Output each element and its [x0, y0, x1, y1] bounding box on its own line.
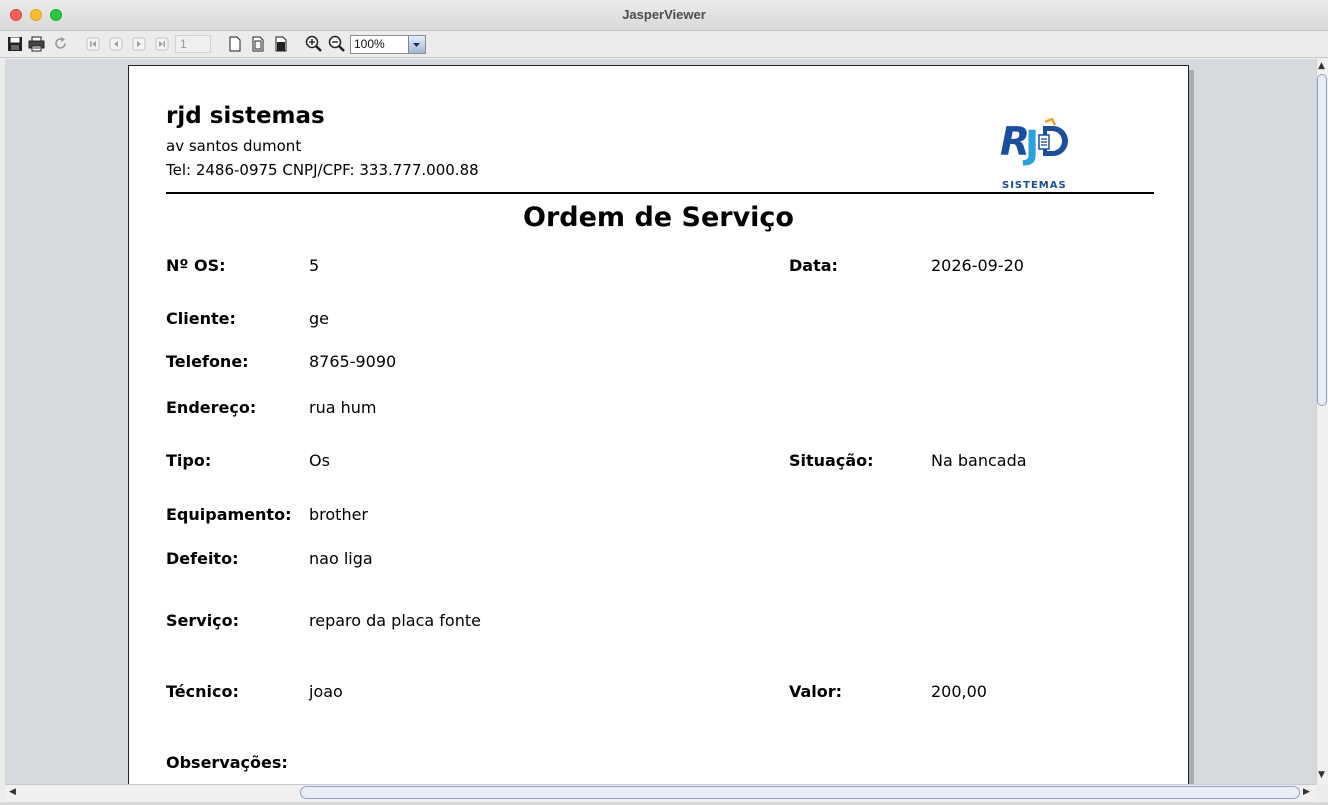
svg-text:J: J — [1022, 123, 1039, 167]
zoom-out-icon — [328, 35, 345, 52]
scroll-left-arrow[interactable]: ◀ — [9, 787, 16, 797]
client-value: ge — [309, 309, 329, 328]
first-page-icon — [86, 37, 99, 50]
zoom-value: 100% — [354, 37, 385, 51]
viewer-toolbar: 1 100% — [0, 31, 1328, 58]
address-value: rua hum — [309, 398, 377, 417]
address-label: Endereço: — [166, 398, 257, 417]
previous-page-icon — [109, 37, 122, 50]
type-value: Os — [309, 451, 330, 470]
equipment-label: Equipamento: — [166, 505, 292, 524]
company-contact: Tel: 2486-0975 CNPJ/CPF: 333.777.000.88 — [166, 161, 479, 179]
window-titlebar: JasperViewer — [0, 0, 1328, 31]
chevron-down-icon[interactable] — [408, 36, 425, 53]
defect-value: nao liga — [309, 549, 373, 568]
floppy-icon — [7, 36, 22, 51]
date-value: 2026-09-20 — [931, 256, 1024, 275]
fit-width-button[interactable] — [272, 34, 289, 53]
zoom-in-button[interactable] — [304, 34, 323, 53]
first-page-button[interactable] — [84, 34, 101, 53]
zoom-select[interactable]: 100% — [350, 35, 426, 54]
scroll-down-arrow[interactable]: ▼ — [1318, 770, 1325, 780]
actual-size-button[interactable] — [226, 34, 243, 53]
reload-icon — [55, 37, 66, 49]
report-viewport: rjd sistemas av santos dumont Tel: 2486-… — [5, 59, 1316, 784]
phone-label: Telefone: — [166, 352, 249, 371]
technician-label: Técnico: — [166, 682, 239, 701]
company-address: av santos dumont — [166, 137, 302, 155]
print-button[interactable] — [27, 34, 46, 53]
report-heading: Ordem de Serviço — [523, 202, 794, 233]
status-value: Na bancada — [931, 451, 1027, 470]
notes-label: Observações: — [166, 753, 288, 772]
header-divider — [166, 192, 1154, 194]
page-fit-icon — [252, 36, 263, 51]
type-label: Tipo: — [166, 451, 212, 470]
zoom-in-icon — [305, 35, 322, 52]
logo-caption: SISTEMAS — [1002, 180, 1067, 191]
next-page-icon — [132, 37, 145, 50]
date-label: Data: — [789, 256, 838, 275]
vertical-scroll-thumb[interactable] — [1317, 74, 1327, 406]
service-value: reparo da placa fonte — [309, 611, 481, 630]
technician-value: joao — [309, 682, 343, 701]
scroll-up-arrow[interactable]: ▲ — [1318, 61, 1325, 71]
page-width-icon — [275, 36, 286, 51]
previous-page-button[interactable] — [107, 34, 124, 53]
last-page-button[interactable] — [153, 34, 170, 53]
status-label: Situação: — [789, 451, 874, 470]
next-page-button[interactable] — [130, 34, 147, 53]
reload-button[interactable] — [51, 34, 70, 53]
last-page-icon — [155, 37, 168, 50]
rjd-logo: R J — [1000, 118, 1068, 167]
report-page: rjd sistemas av santos dumont Tel: 2486-… — [128, 65, 1189, 784]
page-actual-icon — [229, 36, 240, 51]
os-number-label: Nº OS: — [166, 256, 226, 275]
client-label: Cliente: — [166, 309, 236, 328]
phone-value: 8765-9090 — [309, 352, 397, 371]
service-label: Serviço: — [166, 611, 240, 630]
fit-page-button[interactable] — [249, 34, 266, 53]
equipment-value: brother — [309, 505, 369, 524]
save-button[interactable] — [5, 34, 24, 53]
printer-icon — [28, 36, 45, 51]
window-title: JasperViewer — [622, 7, 706, 22]
scroll-right-arrow[interactable]: ▶ — [1303, 787, 1310, 797]
zoom-out-button[interactable] — [327, 34, 346, 53]
horizontal-scroll-thumb[interactable] — [300, 786, 1300, 799]
defect-label: Defeito: — [166, 549, 239, 568]
price-label: Valor: — [789, 682, 843, 701]
price-value: 200,00 — [931, 682, 987, 701]
company-name: rjd sistemas — [166, 103, 325, 129]
page-number-input[interactable]: 1 — [175, 35, 211, 53]
os-number-value: 5 — [309, 256, 320, 275]
